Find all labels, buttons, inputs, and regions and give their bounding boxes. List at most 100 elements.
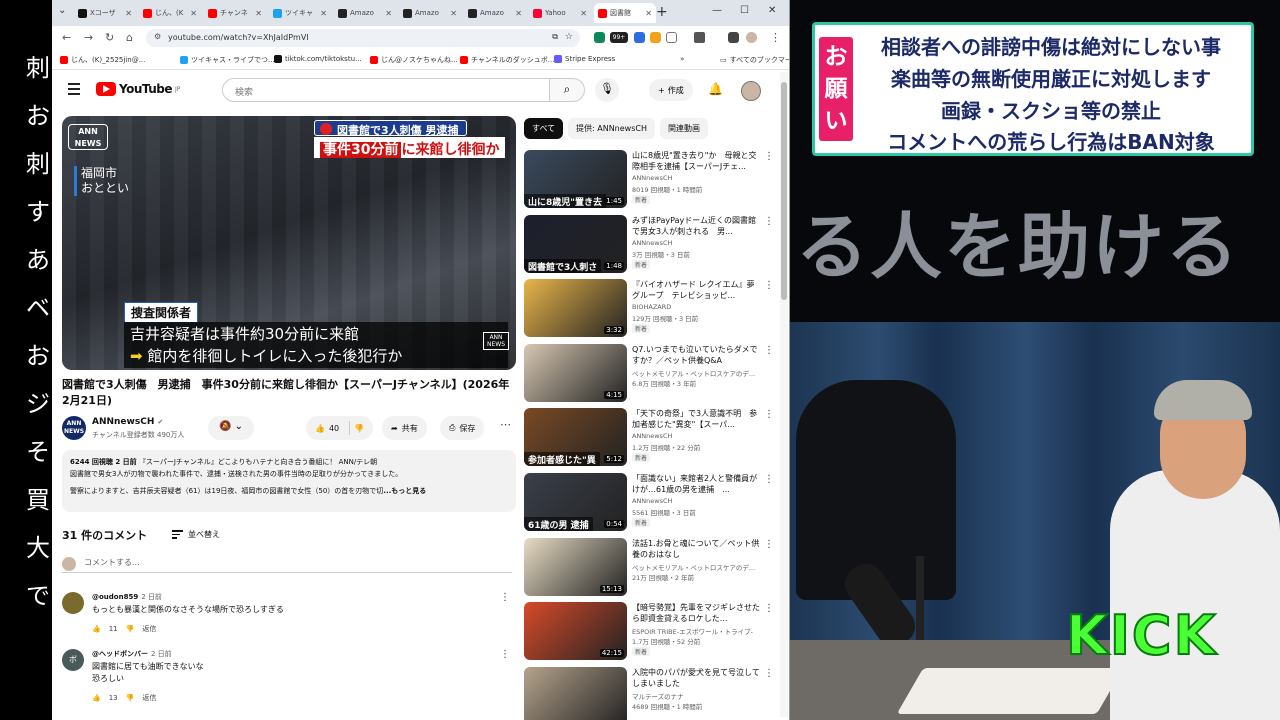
tab-close-icon[interactable]: ✕ [515,9,522,18]
recommended-channel[interactable]: ESPOIR TRIBE-エスポワール・トライブ- [632,626,753,636]
menu-icon[interactable] [68,83,80,98]
tab-close-icon[interactable]: ✕ [125,9,132,18]
tab-close-icon[interactable]: ✕ [385,9,392,18]
comment-avatar[interactable]: ボ [62,649,84,671]
comment-author[interactable]: @oudon859 2 日前 [92,592,162,602]
youtube-logo[interactable]: YouTube JP [96,82,180,96]
video-thumbnail[interactable] [524,666,627,720]
video-menu-icon[interactable]: ⋮ [764,151,774,162]
bookmarks-overflow-icon[interactable]: » [680,55,684,63]
bookmark-star-icon[interactable]: ☆ [565,32,573,42]
video-menu-icon[interactable]: ⋮ [764,603,774,614]
address-bar[interactable]: ⚙ youtube.com/watch?v=XhJaIdPmVI ⧉ ☆ [146,29,580,47]
video-thumbnail[interactable]: 15:13 [524,537,627,596]
filter-chip[interactable]: すべて [524,118,564,139]
video-thumbnail[interactable]: 図書館で3人刺さ 1:48 [524,214,627,273]
tab-close-icon[interactable]: ✕ [190,9,197,18]
description-box[interactable]: 6244 回視聴 2 日前 『スーパーJチャンネル』どこよりもハテナと向き合う番… [62,450,516,512]
minimize-icon[interactable]: — [712,5,722,16]
account-avatar[interactable] [741,81,761,101]
comment-dislike-icon[interactable]: 👎 [126,694,135,702]
recommended-channel[interactable]: ANNnewsCH [632,239,672,247]
sort-button[interactable]: 並べ替え [172,528,220,541]
maximize-icon[interactable]: ☐ [740,5,749,16]
extensions-puzzle-icon[interactable] [666,32,677,43]
video-thumbnail[interactable]: 61歳の男 逮捕 0:54 [524,473,627,531]
browser-tab[interactable]: じん、(K ✕ [139,3,201,23]
browser-tab[interactable]: 図書館 ✕ [594,3,656,23]
video-menu-icon[interactable]: ⋮ [764,216,774,227]
show-more-link[interactable]: ...もっと見る [383,487,426,495]
recommended-channel[interactable]: ANNnewsCH [632,497,672,505]
profile-icon[interactable] [746,32,757,43]
comment-avatar[interactable] [62,592,84,614]
comment-author[interactable]: @ヘッドボンバー 2 日前 [92,649,172,659]
downloads-icon[interactable] [728,32,739,43]
video-menu-icon[interactable]: ⋮ [764,345,774,356]
tab-close-icon[interactable]: ✕ [255,9,262,18]
video-menu-icon[interactable]: ⋮ [764,539,774,550]
subscribed-bell-button[interactable]: 🔕 ⌄ [208,416,254,440]
reply-button[interactable]: 返信 [142,693,156,703]
recommended-channel[interactable]: ペットメモリアル・ペットロスケアのデ... [632,368,755,378]
tab-close-icon[interactable]: ✕ [580,9,587,18]
more-actions-icon[interactable]: ⋯ [500,418,511,431]
search-input[interactable]: 検索 [222,78,550,102]
menu-kebab-icon[interactable]: ⋮ [770,31,781,44]
add-comment-input[interactable]: コメントする... [62,557,512,573]
video-menu-icon[interactable]: ⋮ [764,280,774,291]
extension-icon[interactable] [594,32,605,43]
recommended-channel[interactable]: BIOHAZARD [632,303,671,311]
tab-close-icon[interactable]: ✕ [645,9,652,18]
comment-menu-icon[interactable]: ⋮ [500,592,510,603]
filter-chip[interactable]: 提供: ANNnewsCH [568,118,655,139]
recommended-channel[interactable]: ペットメモリアル・ペットロスケアのデ... [632,562,755,572]
browser-tab[interactable]: Amazo ✕ [334,3,396,23]
thumbs-down-icon[interactable]: 👎 [354,424,364,433]
video-thumbnail[interactable]: 3:32 [524,279,627,338]
channel-avatar[interactable]: ANN NEWS [62,416,86,440]
recommended-video[interactable]: 42:15 【暗号勢覚】先輩をマジギレさせたら即資金貸えるロケした... ESPOI… [524,602,774,664]
recommended-channel[interactable]: ANNnewsCH [632,174,672,182]
recommended-channel[interactable]: マルテーズのナナ [632,691,684,701]
video-menu-icon[interactable]: ⋮ [764,474,774,485]
search-icon[interactable]: ⌕ [549,78,585,102]
browser-tab[interactable]: チャンネ ✕ [204,3,266,23]
recommended-video[interactable]: 4:15 Q7.いつまでも泣いていたらダメですか？／ペット供養Q&A ペットメモリア… [524,343,774,406]
all-bookmarks-button[interactable]: ▭ すべてのブックマーク [720,55,789,65]
site-info-icon[interactable]: ⚙ [154,32,161,41]
tab-close-icon[interactable]: ✕ [450,9,457,18]
bookmark-item[interactable]: じん、(K)_2525jin@... [60,55,145,65]
video-menu-icon[interactable]: ⋮ [764,668,774,679]
notifications-bell-icon[interactable]: 🔔 [708,82,723,96]
recommended-video[interactable]: 3:32 『バイオハザード レクイエム』夢グループ テレビショッピ... BIOHA… [524,279,774,341]
cast-icon[interactable]: ⧉ [552,32,558,42]
passwords-icon[interactable] [694,32,705,43]
browser-tab[interactable]: ツイキャ ✕ [269,3,331,23]
like-button[interactable]: 👍 40 👎 [306,416,374,440]
extension-badge[interactable]: 99+ [610,32,628,43]
mic-icon[interactable]: 🎙 [595,78,619,102]
new-tab-button[interactable]: + [656,4,668,20]
recommended-video[interactable]: 図書館で3人刺さ 1:48 みずほPayPayドーム近くの図書館で男女3人が刺される… [524,214,774,277]
tab-search-icon[interactable]: ⌄ [58,5,66,16]
reload-icon[interactable]: ↻ [105,31,114,44]
bookmark-item[interactable]: チャンネルのダッシュボ... [460,55,554,65]
home-icon[interactable]: ⌂ [126,31,133,44]
back-icon[interactable]: ← [62,31,71,44]
recommended-video[interactable]: 山に8歳児"置き去 1:45 山に8歳児"置き去り"か 母親と交際相手を逮捕【スーパ… [524,150,774,212]
video-thumbnail[interactable]: 山に8歳児"置き去 1:45 [524,150,627,208]
video-player[interactable]: ANN NEWS 福岡市 おととい 図書館で3人刺傷 男逮捕 事件30分前 に来館… [62,116,516,370]
comment-like-icon[interactable]: 👍 [92,694,101,702]
comment-like-icon[interactable]: 👍 [92,625,101,633]
video-thumbnail[interactable]: 参加者感じた"異 5:12 [524,408,627,467]
reply-button[interactable]: 返信 [142,624,156,634]
bookmark-item[interactable]: tiktok.com/tiktokstu... [274,55,362,63]
tab-close-icon[interactable]: ✕ [320,9,327,18]
extension-icon[interactable] [650,32,661,43]
extension-icon[interactable] [634,32,645,43]
recommended-video[interactable]: 入院中のパパが愛犬を見て号泣してしまいました マルテーズのナナ 4689 回視聴・1… [524,666,774,720]
recommended-channel[interactable]: ANNnewsCH [632,432,672,440]
bookmark-item[interactable]: じん@ノスケちゃんね... [370,55,458,65]
comment-menu-icon[interactable]: ⋮ [500,649,510,660]
